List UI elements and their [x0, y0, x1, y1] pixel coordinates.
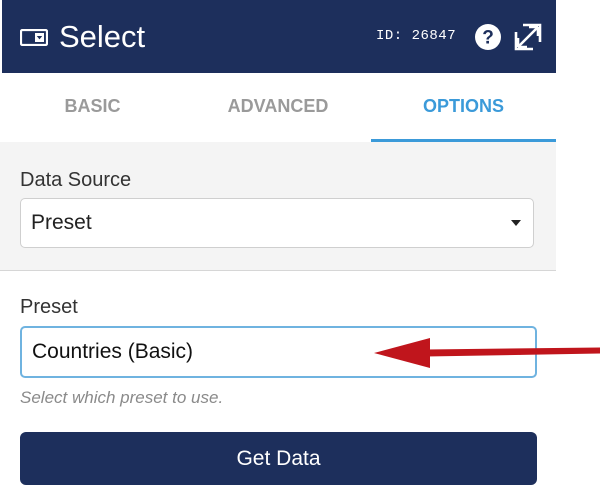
select-field-icon: [20, 29, 48, 46]
preset-value: Countries (Basic): [32, 340, 194, 363]
get-data-button[interactable]: Get Data: [20, 432, 537, 485]
tab-options[interactable]: OPTIONS: [371, 73, 556, 139]
data-source-label: Data Source: [20, 169, 132, 191]
tab-advanced[interactable]: ADVANCED: [185, 73, 371, 139]
field-settings-panel: Select ID: 26847 ? BASIC ADVANCED OPTION…: [0, 0, 556, 503]
panel-title: Select: [59, 19, 146, 54]
data-source-select[interactable]: Preset: [20, 198, 534, 248]
caret-down-icon: [511, 220, 521, 226]
question-circle-icon[interactable]: ?: [474, 23, 502, 51]
expand-arrows-icon[interactable]: [513, 22, 543, 52]
svg-text:?: ?: [482, 28, 494, 49]
data-source-value: Preset: [31, 211, 92, 234]
data-source-section: Data Source Preset: [0, 142, 556, 271]
preset-label: Preset: [20, 296, 78, 318]
panel-header: Select ID: 26847 ?: [2, 0, 556, 73]
red-arrow-pointer-icon: [374, 338, 600, 368]
field-id-label: ID: 26847: [376, 28, 457, 44]
preset-help-text: Select which preset to use.: [20, 388, 224, 407]
tab-basic[interactable]: BASIC: [0, 73, 185, 139]
settings-tabs: BASIC ADVANCED OPTIONS: [0, 73, 556, 142]
